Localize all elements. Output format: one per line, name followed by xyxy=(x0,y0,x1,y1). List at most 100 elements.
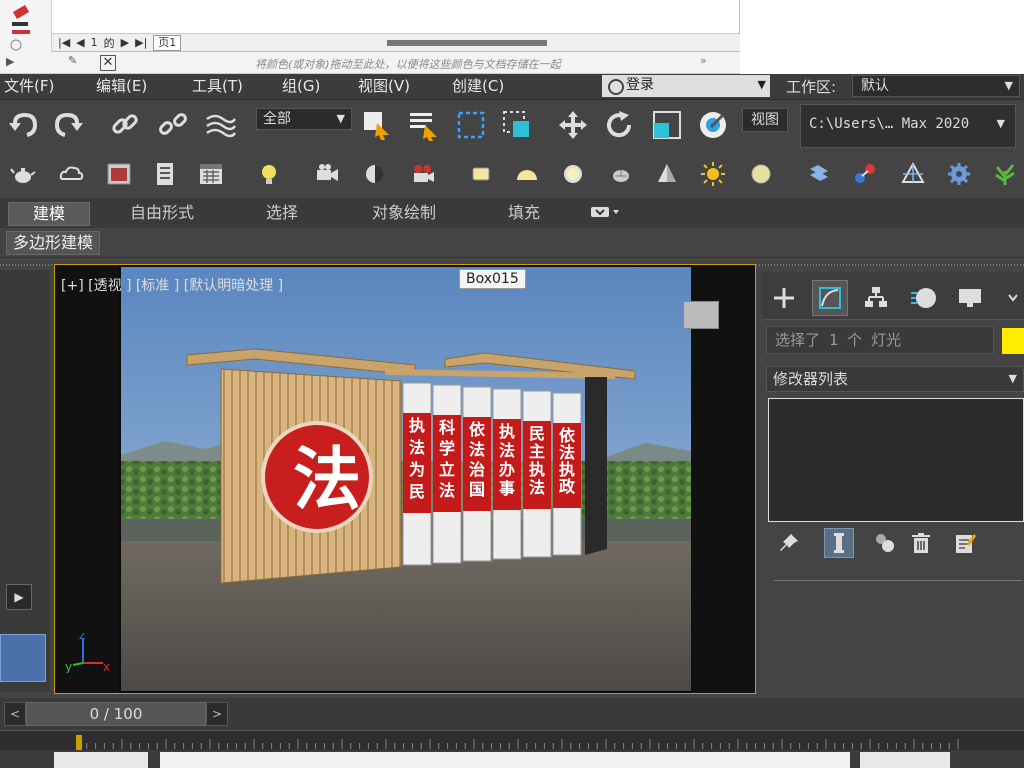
selection-name-field[interactable]: 选择了 1 个 灯光 xyxy=(766,326,994,354)
foliage-button[interactable] xyxy=(992,161,1018,187)
hemisphere-button[interactable] xyxy=(514,161,540,187)
menu-file[interactable]: 文件(F) xyxy=(4,75,54,96)
last-page-icon[interactable]: ▶| xyxy=(135,36,147,49)
slogan-panel-text: 民主执法 xyxy=(529,424,545,497)
menu-create[interactable]: 创建(C) xyxy=(452,75,504,96)
tab-populate[interactable]: 填充 xyxy=(496,202,552,226)
select-by-name-button[interactable] xyxy=(406,108,440,142)
select-object-button[interactable] xyxy=(360,108,394,142)
time-prev-button[interactable]: < xyxy=(4,702,26,726)
undo-button[interactable] xyxy=(6,108,40,142)
palette-scroll-icon[interactable]: » xyxy=(700,54,707,67)
command-panel-tabs xyxy=(762,272,1024,320)
project-path-value: C:\Users\… Max 2020 xyxy=(809,116,970,132)
perspective-viewport[interactable]: 法 执法为民 科学立法 依法治国 执法办事 民主执法 依法执政 [+] [透视 ] [标准… xyxy=(54,264,756,694)
selection-filter-dropdown[interactable]: 全部 ▼ xyxy=(256,108,352,130)
reference-coordinate-button[interactable] xyxy=(696,108,730,142)
tab-object-paint[interactable]: 对象绘制 xyxy=(356,202,452,226)
axis-z-label: z xyxy=(79,633,85,642)
track-bar[interactable] xyxy=(0,730,1024,751)
login-dropdown[interactable]: 登录 ▼ xyxy=(602,75,770,97)
tab-modeling[interactable]: 建模 xyxy=(8,202,90,226)
viewport-render: 法 执法为民科学立法依法治国执法办事民主执法依法执政 xyxy=(119,265,691,693)
first-page-icon[interactable]: |◀ xyxy=(58,36,70,49)
project-path-dropdown[interactable]: C:\Users\… Max 2020 ▼ xyxy=(800,104,1016,148)
status-prompt-field[interactable] xyxy=(160,752,850,768)
workspace-dropdown[interactable]: 默认 ▼ xyxy=(852,75,1020,97)
cone-button[interactable] xyxy=(654,161,680,187)
menu-bar: 文件(F) 编辑(E) 工具(T) 组(G) 视图(V) 创建(C) 登录 ▼ … xyxy=(0,74,1024,100)
move-button[interactable] xyxy=(556,108,590,142)
view-dropdown[interactable]: 视图 xyxy=(742,108,788,132)
daylight-button[interactable] xyxy=(362,161,388,187)
render-frame-button[interactable] xyxy=(106,161,132,187)
no-color-icon[interactable]: ✕ xyxy=(100,55,116,71)
horizontal-scrollbar[interactable] xyxy=(387,39,548,46)
make-unique-button[interactable] xyxy=(870,528,900,558)
bind-spacewarp-button[interactable] xyxy=(204,108,238,142)
trash-icon xyxy=(912,533,930,553)
link-button[interactable] xyxy=(108,108,142,142)
box-primitive-button[interactable] xyxy=(468,161,494,187)
time-next-button[interactable]: > xyxy=(206,702,228,726)
menu-view[interactable]: 视图(V) xyxy=(358,75,410,96)
palette-arrow-icon[interactable]: ▶ xyxy=(6,55,14,68)
ribbon-options-button[interactable] xyxy=(584,202,624,226)
rectangular-selection-button[interactable] xyxy=(454,108,488,142)
render-button[interactable] xyxy=(410,161,436,187)
tab-utilities[interactable] xyxy=(1002,280,1024,316)
particle-system-button[interactable] xyxy=(806,161,832,187)
sphere-button[interactable] xyxy=(560,161,586,187)
render-setup-button[interactable] xyxy=(198,161,224,187)
configure-modifier-sets-button[interactable] xyxy=(950,528,980,558)
slogan-panel-text: 依法治国 xyxy=(469,420,486,499)
window-crossing-button[interactable] xyxy=(500,108,534,142)
selected-layer-swatch[interactable] xyxy=(0,634,46,682)
modifier-list-dropdown[interactable]: 修改器列表 ▼ xyxy=(766,366,1024,392)
eraser-icon[interactable] xyxy=(0,0,52,52)
scale-button[interactable] xyxy=(650,108,684,142)
prev-page-icon[interactable]: ◀ xyxy=(76,36,84,49)
gear-object-button[interactable] xyxy=(946,161,972,187)
tab-display[interactable] xyxy=(952,280,988,316)
expand-panel-button[interactable]: ▶ xyxy=(6,584,32,610)
sun-light-button[interactable] xyxy=(700,161,726,187)
motion-icon xyxy=(911,288,936,308)
remove-modifier-button[interactable] xyxy=(906,528,936,558)
moon-sphere-button[interactable] xyxy=(748,161,774,187)
unlink-button[interactable] xyxy=(156,108,190,142)
menu-edit[interactable]: 编辑(E) xyxy=(96,75,147,96)
pin-stack-button[interactable] xyxy=(774,528,804,558)
page-tab[interactable]: 页1 xyxy=(153,34,182,51)
light-bulb-button[interactable] xyxy=(256,161,282,187)
eyedropper-icon[interactable]: ✎ xyxy=(68,54,77,67)
time-slider-bar: < 0 / 100 > xyxy=(0,698,1024,730)
dynamics-button[interactable] xyxy=(852,161,878,187)
menu-tools[interactable]: 工具(T) xyxy=(192,75,243,96)
modifier-stack[interactable] xyxy=(768,398,1024,522)
material-editor-button[interactable] xyxy=(152,161,178,187)
tab-selection[interactable]: 选择 xyxy=(254,202,310,226)
next-page-icon[interactable]: ▶ xyxy=(121,36,129,49)
teapot-primitive-button[interactable] xyxy=(608,161,634,187)
show-end-result-button[interactable] xyxy=(824,528,854,558)
camera-button[interactable] xyxy=(314,161,340,187)
polygon-modeling-button[interactable]: 多边形建模 xyxy=(6,231,101,255)
rotate-button[interactable] xyxy=(602,108,636,142)
cloud-button[interactable] xyxy=(58,161,84,187)
object-color-swatch[interactable] xyxy=(1002,328,1024,354)
viewport-label[interactable]: [+] [透视 ] [标准 ] [默认明暗处理 ] xyxy=(61,275,283,295)
teapot-button[interactable] xyxy=(10,161,36,187)
tab-motion[interactable] xyxy=(906,280,942,316)
tab-modify[interactable] xyxy=(812,280,848,316)
tab-create[interactable] xyxy=(766,280,802,316)
tab-hierarchy[interactable] xyxy=(858,280,894,316)
viewcube-widget[interactable] xyxy=(683,301,719,329)
menu-group[interactable]: 组(G) xyxy=(282,75,320,96)
document-page-area[interactable] xyxy=(52,0,740,34)
skylight-button[interactable] xyxy=(900,161,926,187)
tab-freeform[interactable]: 自由形式 xyxy=(114,202,210,226)
time-slider[interactable]: 0 / 100 xyxy=(26,702,206,726)
redo-button[interactable] xyxy=(52,108,86,142)
time-marker[interactable] xyxy=(76,735,82,751)
